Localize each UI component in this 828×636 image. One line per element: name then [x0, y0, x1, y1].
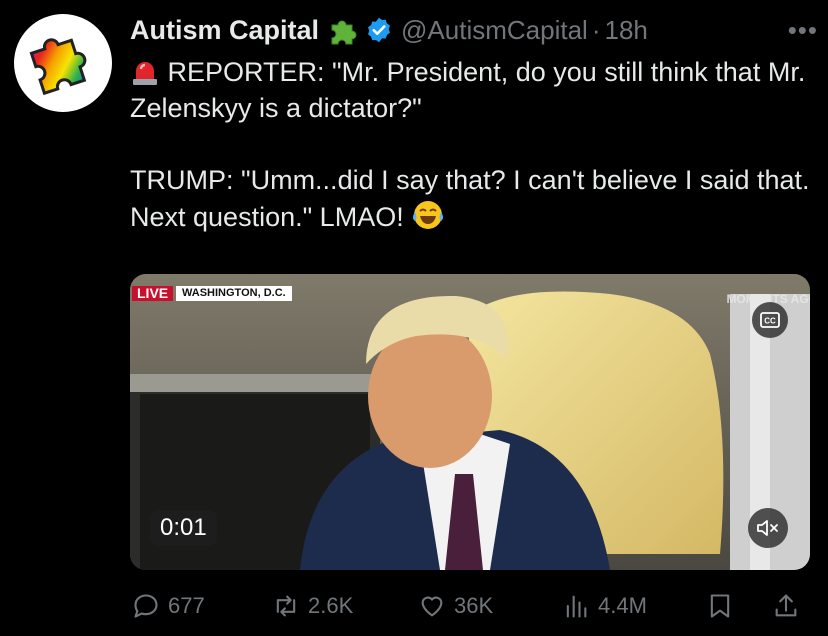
puzzle-piece-icon	[331, 20, 357, 45]
views-button[interactable]: 4.4M	[562, 592, 647, 620]
live-badge: LIVE	[132, 286, 174, 301]
heart-icon	[421, 596, 443, 617]
avatar[interactable]	[14, 14, 112, 112]
closed-captions-icon: CC	[760, 312, 780, 328]
tweet-text: REPORTER: "Mr. President, do you still t…	[130, 54, 820, 235]
tweet-line-trump: TRUMP: "Umm...did I say that? I can't be…	[130, 165, 810, 232]
tweet-header: Autism Capital @AutismCapital · 18h •••	[130, 12, 818, 48]
action-bar: 677 2.6K 36K 4.4M	[130, 588, 810, 624]
bookmark-icon	[710, 594, 730, 618]
video-timestamp: 0:01	[150, 510, 217, 546]
tears-of-joy-icon	[413, 201, 444, 229]
bookmark-button[interactable]	[706, 592, 742, 620]
more-icon[interactable]: •••	[788, 15, 818, 46]
reply-count: 677	[168, 593, 205, 618]
repost-count: 2.6K	[308, 593, 354, 618]
tweet-line-reporter: REPORTER: "Mr. President, do you still t…	[130, 57, 806, 123]
video-frame	[130, 274, 810, 570]
like-count: 36K	[454, 593, 494, 618]
verified-badge-icon	[368, 17, 390, 43]
post-time[interactable]: 18h	[605, 15, 648, 46]
video-player[interactable]: LIVE WASHINGTON, D.C. MOMENTS AGO CC 0:0…	[130, 274, 810, 570]
police-light-icon	[133, 62, 157, 85]
reply-icon	[134, 594, 158, 618]
views-chart-icon	[566, 595, 587, 618]
location-badge: WASHINGTON, D.C.	[176, 286, 292, 301]
mute-button[interactable]	[748, 508, 788, 548]
user-handle[interactable]: @AutismCapital	[401, 15, 588, 46]
captions-button[interactable]: CC	[752, 302, 788, 338]
share-icon	[775, 594, 797, 617]
captions-label: CC	[764, 317, 776, 326]
views-count: 4.4M	[598, 593, 647, 618]
repost-button[interactable]: 2.6K	[272, 592, 353, 620]
separator-dot: ·	[591, 14, 601, 45]
repost-icon	[276, 595, 296, 617]
reply-button[interactable]: 677	[132, 592, 205, 620]
share-button[interactable]	[772, 592, 808, 620]
display-name[interactable]: Autism Capital	[130, 15, 319, 46]
rainbow-puzzle-logo	[29, 38, 87, 96]
like-button[interactable]: 36K	[418, 592, 493, 620]
speaker-muted-icon	[757, 520, 778, 536]
